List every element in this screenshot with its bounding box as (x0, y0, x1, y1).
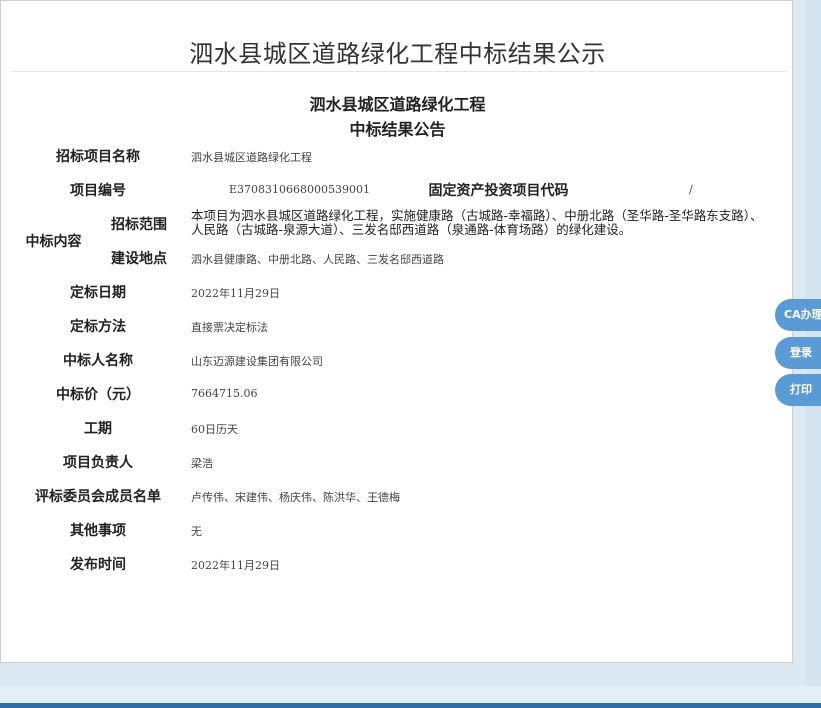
award-date-label: 定标日期 (70, 285, 126, 301)
award-method-value: 直接票决定标法 (191, 321, 268, 334)
committee-label: 评标委员会成员名单 (35, 489, 161, 505)
duration-label: 工期 (84, 421, 112, 437)
winner-name-value: 山东迈源建设集团有限公司 (191, 355, 323, 368)
winner-name-label: 中标人名称 (63, 353, 133, 369)
publish-time-label: 发布时间 (70, 557, 126, 573)
document-title-line2: 中标结果公告 (349, 120, 446, 139)
construction-site-label: 建设地点 (111, 251, 167, 267)
construction-site-value: 泗水县健康路、中册北路、人民路、三发名邸西道路 (191, 253, 444, 266)
other-matters-label: 其他事项 (70, 523, 126, 539)
page-title: 泗水县城区道路绿化工程中标结果公示 (189, 40, 606, 68)
bid-price-value: 7664715.06 (191, 387, 258, 400)
bid-scope-value: 本项目为泗水县城区道路绿化工程，实施健康路（古城路-幸福路）、中册北路（圣华路-… (191, 208, 763, 237)
bottom-accent-bar (0, 703, 821, 708)
project-name-value: 泗水县城区道路绿化工程 (191, 151, 312, 164)
project-code-label: 项目编号 (70, 183, 126, 199)
project-code-value: E3708310668000539001 (229, 183, 371, 196)
project-manager-label: 项目负责人 (63, 455, 133, 471)
committee-value: 卢传伟、宋建伟、杨庆伟、陈洪华、王德梅 (191, 491, 400, 504)
ca-service-button[interactable]: CA办理 (775, 299, 821, 331)
publish-time-value: 2022年11月29日 (191, 559, 280, 572)
award-date-value: 2022年11月29日 (191, 287, 280, 300)
fixed-asset-code-value: / (689, 183, 693, 196)
announcement-panel: 泗水县城区道路绿化工程中标结果公示 泗水县城区道路绿化工程 中标结果公告 招标项… (0, 0, 793, 663)
duration-value: 60日历天 (191, 423, 238, 436)
award-method-label: 定标方法 (70, 319, 126, 335)
document-title-line1: 泗水县城区道路绿化工程 (309, 95, 486, 114)
other-matters-value: 无 (191, 525, 202, 538)
login-button[interactable]: 登录 (775, 337, 821, 369)
print-button[interactable]: 打印 (775, 374, 821, 406)
title-divider (11, 71, 786, 72)
project-manager-value: 梁浩 (191, 457, 213, 470)
bid-price-label: 中标价（元） (56, 387, 140, 403)
bid-content-label: 中标内容 (25, 234, 82, 250)
bid-scope-label: 招标范围 (111, 217, 167, 233)
fixed-asset-code-label: 固定资产投资项目代码 (428, 183, 569, 199)
project-name-label: 招标项目名称 (56, 149, 140, 165)
